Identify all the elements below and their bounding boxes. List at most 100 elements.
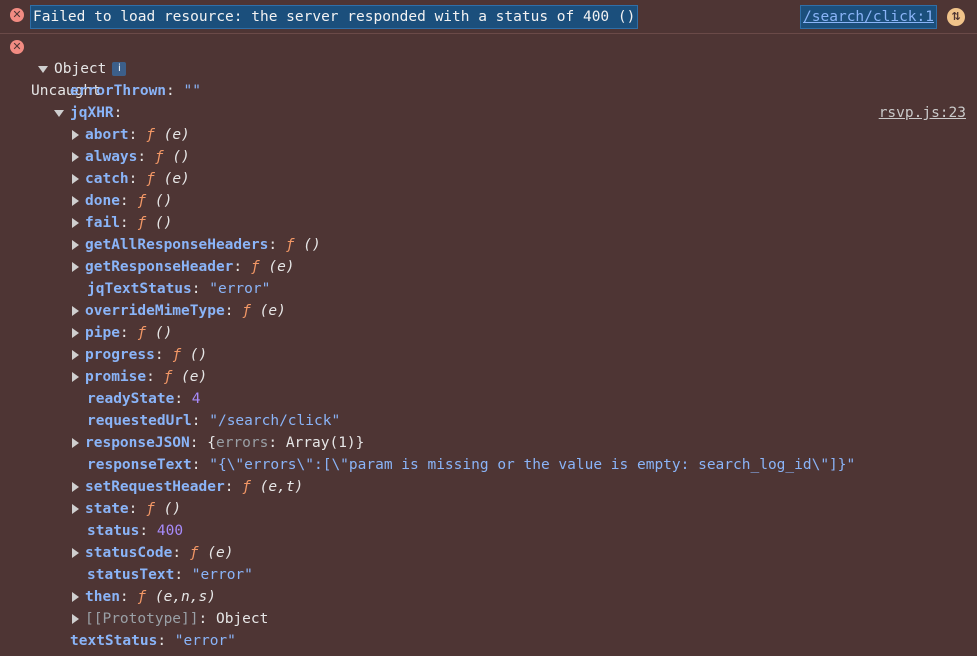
function-icon: ƒ bbox=[146, 501, 155, 517]
error-message[interactable]: Failed to load resource: the server resp… bbox=[30, 5, 639, 29]
preview-value: Array(1) bbox=[285, 435, 356, 451]
property-key: fail bbox=[85, 215, 120, 231]
property-key: responseText bbox=[87, 457, 192, 473]
function-args: (e) bbox=[259, 303, 286, 319]
expand-arrow-icon[interactable] bbox=[72, 438, 79, 448]
function-args: (e) bbox=[207, 545, 234, 561]
function-icon: ƒ bbox=[250, 259, 260, 275]
function-icon: ƒ bbox=[146, 127, 155, 143]
expand-arrow-icon[interactable] bbox=[72, 328, 79, 338]
expand-arrow-icon[interactable] bbox=[54, 109, 64, 117]
property-row[interactable]: setRequestHeader: ƒ (e,t) bbox=[71, 476, 303, 498]
info-icon[interactable]: i bbox=[112, 62, 127, 76]
expand-arrow-icon[interactable] bbox=[72, 504, 79, 514]
function-args: (e,t) bbox=[259, 479, 304, 495]
property-row[interactable]: overrideMimeType: ƒ (e) bbox=[71, 300, 286, 322]
error-message-bar: ✕ Failed to load resource: the server re… bbox=[0, 0, 977, 34]
expand-arrow-icon[interactable] bbox=[72, 240, 79, 250]
expand-arrow-icon[interactable] bbox=[72, 350, 79, 360]
object-row[interactable]: Object i bbox=[38, 58, 127, 80]
jqxhr-row[interactable]: jqXHR: bbox=[54, 102, 122, 124]
function-args: () bbox=[154, 215, 173, 231]
function-args: (e) bbox=[181, 369, 208, 385]
function-icon: ƒ bbox=[242, 479, 251, 495]
property-key: abort bbox=[85, 127, 129, 143]
property-row[interactable]: state: ƒ () bbox=[71, 498, 181, 520]
expand-arrow-icon[interactable] bbox=[72, 306, 79, 316]
property-row[interactable]: status: 400 bbox=[87, 520, 183, 542]
property-key: getResponseHeader bbox=[85, 259, 234, 275]
property-key: status bbox=[87, 523, 140, 539]
property-row[interactable]: getAllResponseHeaders: ƒ () bbox=[71, 234, 321, 256]
property-row[interactable]: statusText: "error" bbox=[87, 564, 253, 586]
expand-arrow-icon[interactable] bbox=[72, 372, 79, 382]
function-args: () bbox=[189, 347, 208, 363]
expand-arrow-icon[interactable] bbox=[72, 152, 79, 162]
property-value: "/search/click" bbox=[209, 413, 341, 429]
function-icon: ƒ bbox=[163, 369, 173, 385]
property-row[interactable]: statusCode: ƒ (e) bbox=[71, 542, 233, 564]
object-label: Object bbox=[54, 61, 107, 77]
function-args: (e) bbox=[268, 259, 295, 275]
property-row[interactable]: responseJSON: {errors: Array(1)} bbox=[71, 432, 364, 454]
property-key: pipe bbox=[85, 325, 120, 341]
function-icon: ƒ bbox=[137, 325, 147, 341]
function-args: () bbox=[154, 325, 173, 341]
property-row[interactable]: getResponseHeader: ƒ (e) bbox=[71, 256, 295, 278]
property-key: always bbox=[85, 149, 138, 165]
property-value: 4 bbox=[191, 391, 201, 407]
property-key: state bbox=[85, 501, 129, 517]
error-source-link[interactable]: /search/click:1 bbox=[800, 5, 937, 29]
property-row[interactable]: promise: ƒ (e) bbox=[71, 366, 207, 388]
property-key: responseJSON bbox=[85, 435, 190, 451]
expand-arrow-icon[interactable] bbox=[72, 174, 79, 184]
property-key: statusCode bbox=[85, 545, 173, 561]
expand-arrow-icon[interactable] bbox=[72, 196, 79, 206]
property-key: promise bbox=[85, 369, 147, 385]
property-row[interactable]: errorThrown: "" bbox=[70, 80, 201, 102]
function-args: () bbox=[303, 237, 321, 253]
expand-arrow-icon[interactable] bbox=[72, 614, 79, 624]
function-icon: ƒ bbox=[285, 237, 295, 253]
function-args: (e) bbox=[163, 171, 190, 187]
expand-arrow-icon[interactable] bbox=[72, 262, 79, 272]
property-row[interactable]: abort: ƒ (e) bbox=[71, 124, 190, 146]
function-args: () bbox=[172, 149, 190, 165]
property-key: catch bbox=[85, 171, 129, 187]
property-row[interactable]: [[Prototype]]: Object bbox=[71, 608, 268, 630]
toggle-icon[interactable]: ⇅ bbox=[947, 8, 965, 26]
expand-arrow-icon[interactable] bbox=[72, 130, 79, 140]
function-icon: ƒ bbox=[242, 303, 251, 319]
expand-arrow-icon[interactable] bbox=[72, 592, 79, 602]
expand-arrow-icon[interactable] bbox=[72, 482, 79, 492]
source-link[interactable]: rsvp.js:23 bbox=[879, 102, 966, 124]
property-value: "error" bbox=[191, 567, 253, 583]
property-row[interactable]: then: ƒ (e,n,s) bbox=[71, 586, 216, 608]
function-icon: ƒ bbox=[146, 171, 155, 187]
expand-arrow-icon[interactable] bbox=[72, 548, 79, 558]
property-row[interactable]: responseText: "{\"errors\":[\"param is m… bbox=[87, 454, 855, 476]
property-row[interactable]: jqTextStatus: "error" bbox=[87, 278, 270, 300]
expand-arrow-icon[interactable] bbox=[38, 65, 48, 73]
uncaught-row[interactable]: ✕ Uncaught rsvp.js:23 bbox=[0, 36, 977, 121]
property-key: readyState bbox=[87, 391, 175, 407]
property-row[interactable]: requestedUrl: "/search/click" bbox=[87, 410, 340, 432]
property-row[interactable]: progress: ƒ () bbox=[71, 344, 207, 366]
function-icon: ƒ bbox=[137, 215, 147, 231]
property-key: then bbox=[85, 589, 120, 605]
function-icon: ƒ bbox=[137, 589, 147, 605]
property-row[interactable]: done: ƒ () bbox=[71, 190, 172, 212]
property-row[interactable]: textStatus: "error" bbox=[70, 630, 236, 652]
property-value: Object bbox=[215, 611, 269, 627]
property-key: getAllResponseHeaders bbox=[85, 237, 269, 253]
property-row[interactable]: pipe: ƒ () bbox=[71, 322, 172, 344]
function-icon: ƒ bbox=[154, 149, 164, 165]
expand-arrow-icon[interactable] bbox=[72, 218, 79, 228]
property-row[interactable]: fail: ƒ () bbox=[71, 212, 172, 234]
property-value: 400 bbox=[156, 523, 184, 539]
property-value: "" bbox=[183, 83, 201, 99]
function-args: () bbox=[154, 193, 173, 209]
property-row[interactable]: readyState: 4 bbox=[87, 388, 201, 410]
property-row[interactable]: always: ƒ () bbox=[71, 146, 190, 168]
property-row[interactable]: catch: ƒ (e) bbox=[71, 168, 190, 190]
